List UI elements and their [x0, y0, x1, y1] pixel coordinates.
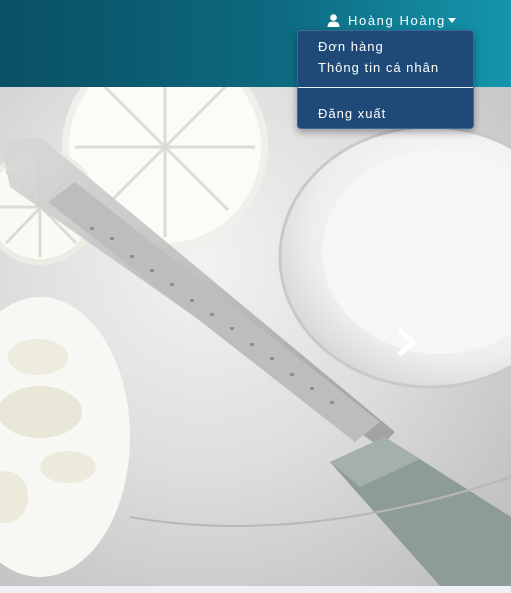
page-bottom-strip: [0, 586, 511, 593]
hero-carousel: [0, 87, 511, 586]
user-icon: [327, 13, 340, 27]
carousel-next-button[interactable]: [392, 327, 422, 357]
user-dropdown-menu: Đơn hàng Thông tin cá nhân Đăng xuất: [297, 30, 474, 129]
menu-item-orders[interactable]: Đơn hàng: [318, 39, 384, 54]
menu-divider: [298, 87, 473, 88]
caret-down-icon: [447, 17, 456, 23]
menu-item-profile[interactable]: Thông tin cá nhân: [318, 60, 439, 75]
user-menu-toggle[interactable]: Hoàng Hoàng: [327, 11, 456, 29]
hero-image: [0, 87, 511, 586]
user-name: Hoàng Hoàng: [348, 12, 446, 28]
chevron-right-icon: [397, 327, 417, 357]
menu-item-logout[interactable]: Đăng xuất: [318, 106, 386, 121]
